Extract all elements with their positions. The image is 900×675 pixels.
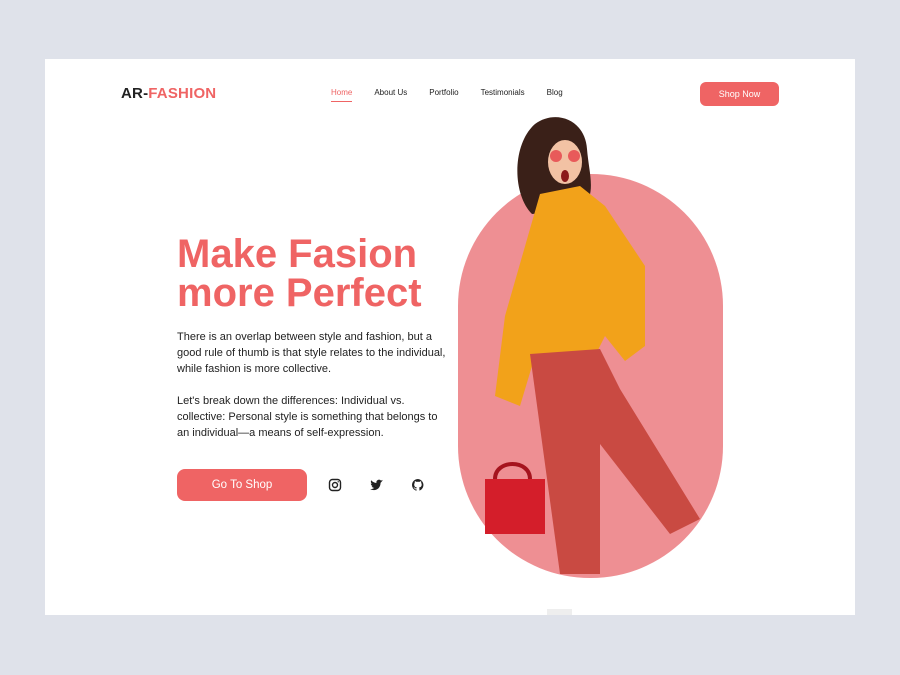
hero-paragraph-1: There is an overlap between style and fa… — [177, 331, 446, 375]
hero-title: Make Fasion more Perfect — [177, 232, 422, 315]
nav-testimonials[interactable]: Testimonials — [481, 88, 525, 102]
nav-home[interactable]: Home — [331, 88, 353, 102]
twitter-icon[interactable] — [370, 478, 384, 492]
shop-now-button[interactable]: Shop Now — [700, 82, 779, 106]
nav-about-us[interactable]: About Us — [374, 88, 407, 102]
logo-accent: FASHION — [148, 85, 217, 102]
model-photo — [485, 117, 700, 615]
logo-prefix: AR- — [121, 85, 149, 102]
landing-page: AR-FASHION Home About Us Portfolio Testi… — [45, 59, 855, 615]
nav-portfolio[interactable]: Portfolio — [429, 88, 458, 102]
logo[interactable]: AR-FASHION — [121, 85, 216, 102]
github-icon[interactable] — [411, 478, 425, 492]
go-to-shop-button[interactable]: Go To Shop — [177, 469, 307, 501]
main-nav: Home About Us Portfolio Testimonials Blo… — [331, 88, 585, 102]
instagram-icon[interactable] — [328, 478, 342, 492]
hero-paragraph-2: Let's break down the differences: Indivi… — [177, 395, 438, 439]
nav-blog[interactable]: Blog — [547, 88, 563, 102]
